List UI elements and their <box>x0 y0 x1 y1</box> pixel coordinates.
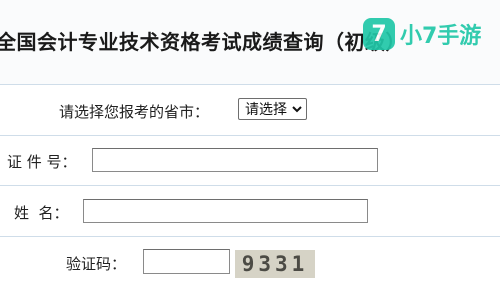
watermark-badge: 7 <box>363 18 395 50</box>
province-label: 请选择您报考的省市： <box>59 103 210 121</box>
name-label: 姓 名： <box>14 204 69 222</box>
province-select-value: 请选择 <box>245 102 287 118</box>
watermark-logo: 7 小7手游 <box>363 14 481 54</box>
captcha-image-text: 9331 <box>241 252 309 276</box>
province-select[interactable]: 请选择 <box>238 98 307 120</box>
name-input[interactable] <box>83 199 368 223</box>
chevron-down-icon <box>291 103 303 115</box>
page-header: 全国会计专业技术资格考试成绩查询（初级） 7 小7手游 <box>0 0 500 84</box>
watermark-text: 小7手游 <box>400 24 482 49</box>
captcha-input[interactable] <box>143 249 230 274</box>
page: 全国会计专业技术资格考试成绩查询（初级） 7 小7手游 请选择您报考的省市： 请… <box>0 0 500 281</box>
captcha-image[interactable]: 9331 <box>235 250 315 278</box>
captcha-label: 验证码： <box>66 255 127 273</box>
id-number-input[interactable] <box>92 148 378 172</box>
id-number-label: 证 件 号： <box>7 153 77 171</box>
page-title: 全国会计专业技术资格考试成绩查询（初级） <box>0 30 406 54</box>
